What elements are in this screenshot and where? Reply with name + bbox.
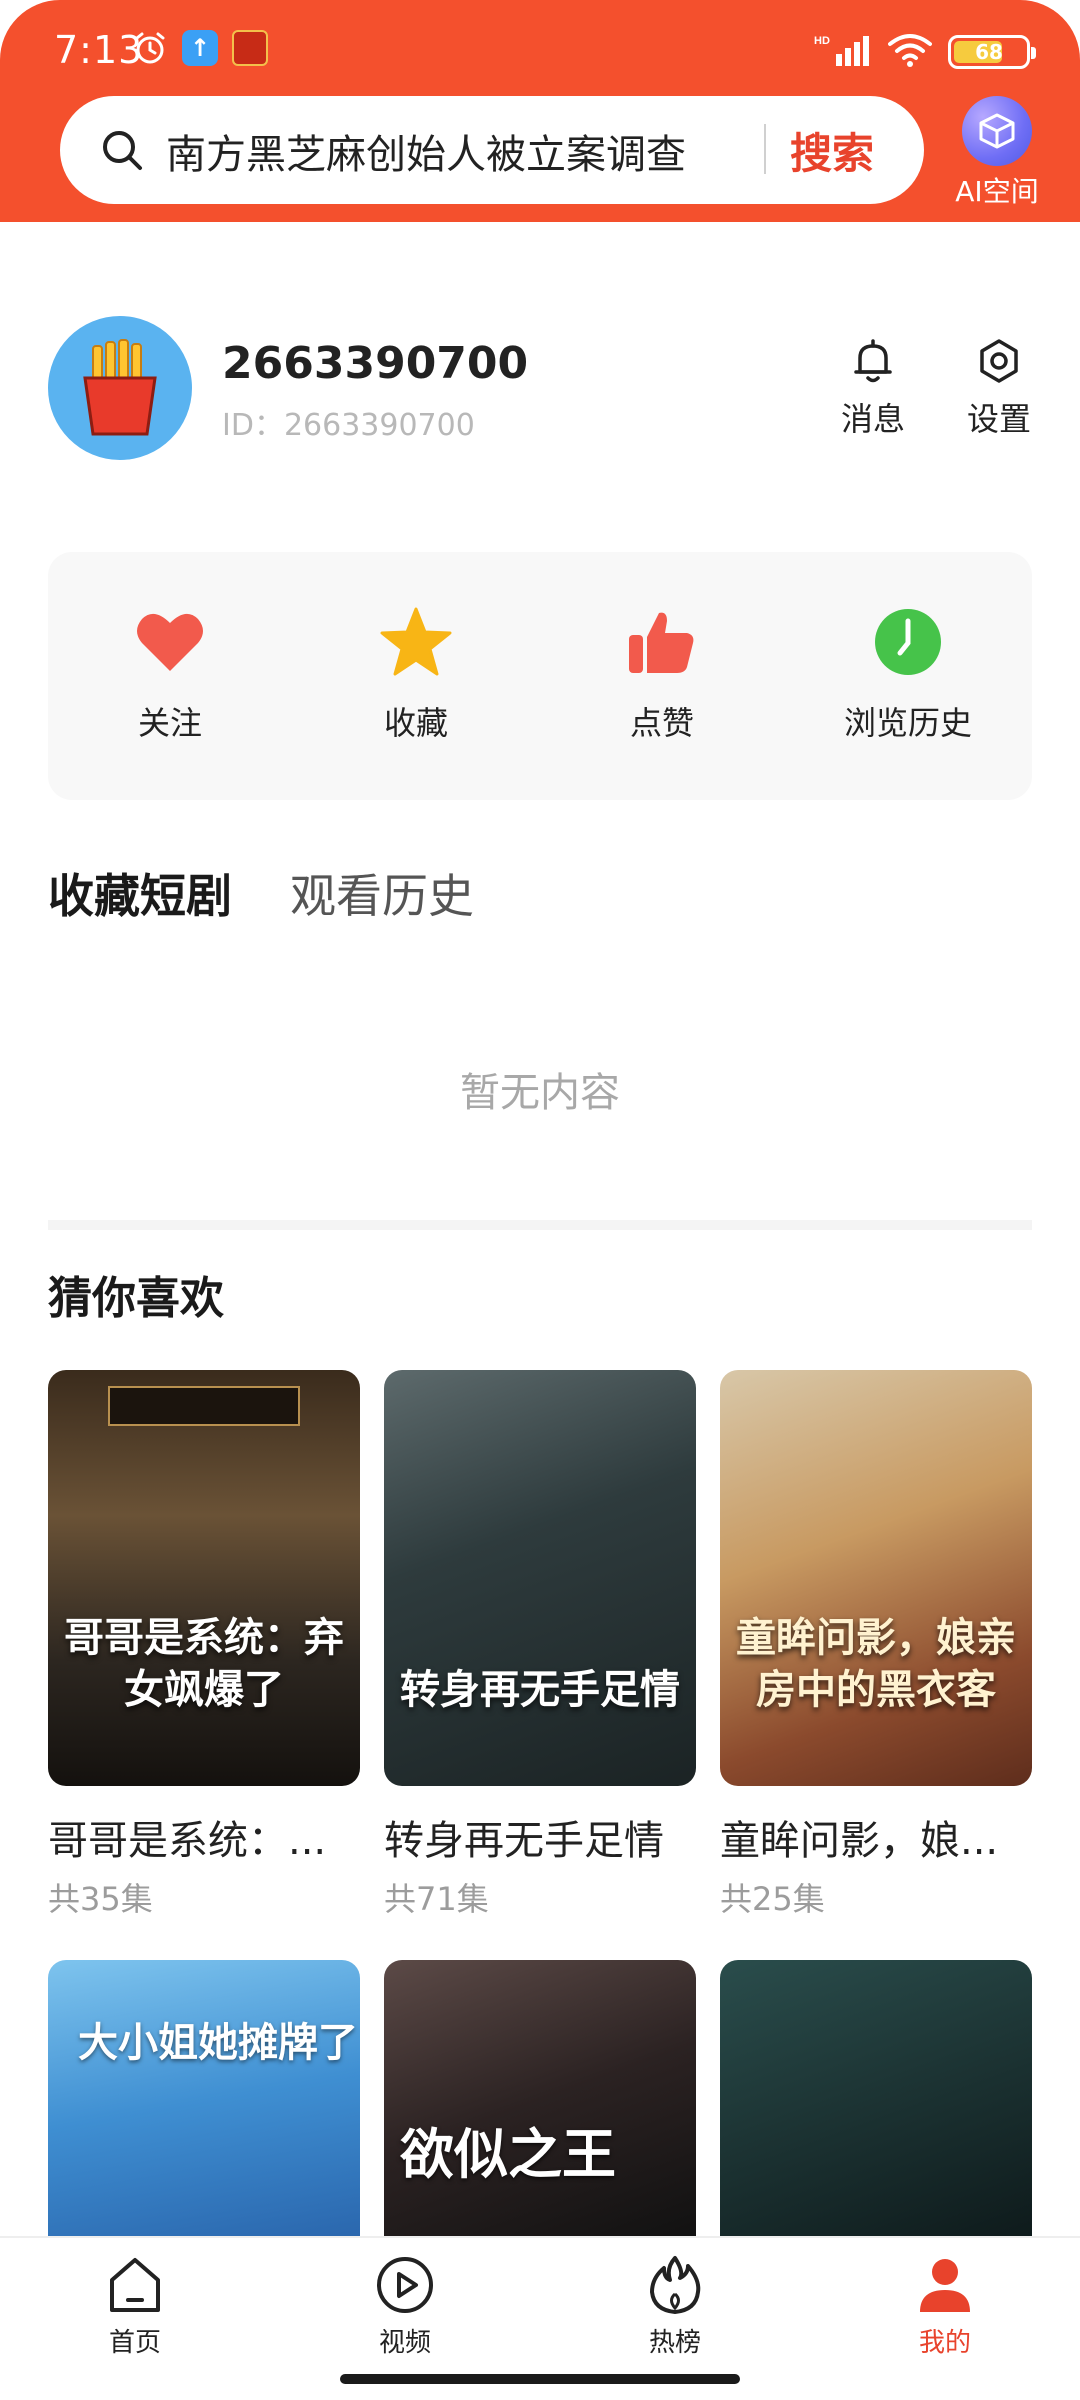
drama-poster[interactable]: 童眸问影，娘亲房中的黑衣客 [720,1370,1032,1786]
battery-level: 68 [975,40,1003,64]
drama-name: 转身再无手足情 [384,1818,664,1864]
drama-poster[interactable] [720,1960,1032,2240]
nav-trending[interactable]: 热榜 [615,2254,735,2359]
search-divider [764,124,766,174]
nav-trending-label: 热榜 [648,2328,701,2358]
alarm-icon [132,30,168,66]
person-icon [914,2254,976,2316]
drama-poster[interactable]: 哥哥是系统：弃女飒爆了 [48,1370,360,1786]
history-label: 浏览历史 [843,704,972,742]
drama-card[interactable]: 大小姐她摊牌了 [48,1960,360,2240]
follow-label: 关注 [137,704,202,742]
nav-profile[interactable]: 我的 [885,2254,1005,2359]
recommend-title: 猜你喜欢 [48,1273,224,1324]
nav-home-label: 首页 [108,2328,161,2358]
network-label: HD [814,35,830,47]
nav-home[interactable]: 首页 [75,2254,195,2359]
home-indicator[interactable] [340,2374,740,2384]
poster-title: 转身再无手足情 [400,1667,680,1713]
search-bar[interactable]: 南方黑芝麻创始人被立案调查 搜索 [60,96,924,204]
episode-count: 共35集 [48,1880,153,1918]
search-input[interactable]: 南方黑芝麻创始人被立案调查 [166,122,686,180]
poster-title: 欲似之王 [400,2123,616,2186]
avatar[interactable] [48,316,192,460]
status-time: 7:13 [54,28,144,72]
settings-button[interactable]: 设置 [954,336,1044,440]
messages-button[interactable]: 消息 [828,336,918,440]
ai-space-label: AI空间 [955,175,1039,208]
quick-actions-card: 关注 收藏 点赞 浏览历史 [48,552,1032,800]
gear-icon [974,336,1024,386]
poster-title: 大小姐她摊牌了 [78,2020,358,2066]
drama-name: 童眸问影，娘... [720,1818,999,1864]
tab-saved-dramas[interactable]: 收藏短剧 [48,860,232,926]
drama-card[interactable]: 转身再无手足情 转身再无手足情 共71集 [384,1370,696,1920]
nav-video[interactable]: 视频 [345,2254,465,2359]
fries-icon [83,339,157,436]
favorites-label: 收藏 [383,704,448,742]
user-id: ID：2663390700 [222,408,475,443]
episode-count: 共71集 [384,1880,489,1918]
search-icon [100,128,144,172]
thumbs-up-icon [624,604,700,680]
drama-name: 哥哥是系统：... [48,1818,327,1864]
drama-card[interactable]: 欲似之王 [384,1960,696,2240]
home-icon [104,2254,166,2316]
poster-title: 哥哥是系统：弃女飒爆了 [64,1615,344,1713]
signal-icon: HD [814,32,872,72]
game-notification-icon [232,30,268,66]
history-button[interactable]: 浏览历史 [818,604,998,744]
upload-notification-icon: ↑ [182,30,218,66]
play-circle-icon [374,2254,436,2316]
search-button[interactable]: 搜索 [790,120,874,181]
wifi-icon [888,32,932,72]
ai-space-button[interactable]: AI空间 [952,96,1042,210]
drama-card[interactable]: 哥哥是系统：弃女飒爆了 哥哥是系统：... 共35集 [48,1370,360,1920]
nav-video-label: 视频 [378,2328,431,2358]
drama-card[interactable] [720,1960,1032,2240]
flame-icon [644,2254,706,2316]
messages-label: 消息 [840,400,905,438]
drama-poster[interactable]: 转身再无手足情 [384,1370,696,1786]
drama-card[interactable]: 童眸问影，娘亲房中的黑衣客 童眸问影，娘... 共25集 [720,1370,1032,1920]
tab-watch-history[interactable]: 观看历史 [290,860,474,926]
likes-label: 点赞 [629,704,694,742]
status-bar: 7:13 ↑ HD 68 [0,0,1080,100]
cube-icon [962,96,1032,166]
settings-label: 设置 [966,400,1031,438]
heart-icon [132,604,208,680]
poster-title: 童眸问影，娘亲房中的黑衣客 [736,1615,1016,1713]
follow-button[interactable]: 关注 [80,604,260,744]
drama-poster[interactable]: 欲似之王 [384,1960,696,2240]
profile-section: 2663390700 ID：2663390700 消息 设置 [48,316,1032,460]
battery-icon: 68 [948,35,1036,69]
empty-state: 暂无内容 [460,1070,620,1116]
star-icon [378,604,454,680]
section-divider [48,1220,1032,1230]
likes-button[interactable]: 点赞 [572,604,752,744]
drama-poster[interactable]: 大小姐她摊牌了 [48,1960,360,2240]
episode-count: 共25集 [720,1880,825,1918]
bell-icon [848,336,898,386]
favorites-button[interactable]: 收藏 [326,604,506,744]
username: 2663390700 [222,338,529,389]
nav-profile-label: 我的 [918,2328,971,2358]
clock-icon [870,604,946,680]
